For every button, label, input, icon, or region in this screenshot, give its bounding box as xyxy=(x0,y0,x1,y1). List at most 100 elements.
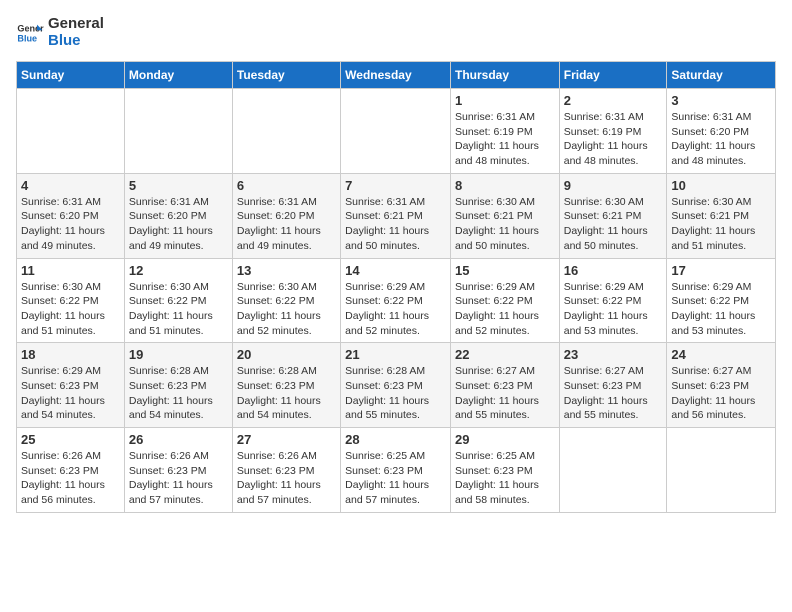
day-number: 24 xyxy=(671,347,771,362)
calendar-cell: 9 Sunrise: 6:30 AM Sunset: 6:21 PM Daylig… xyxy=(559,173,667,258)
calendar-week-row: 25Sunrise: 6:26 AM Sunset: 6:23 PM Dayli… xyxy=(17,428,776,513)
logo: General Blue General Blue xyxy=(16,16,104,49)
day-number: 11 xyxy=(21,263,120,278)
day-number: 6 xyxy=(237,178,336,193)
day-number: 13 xyxy=(237,263,336,278)
day-info: Sunrise: 6:31 AM Sunset: 6:21 PM Dayligh… xyxy=(345,195,446,254)
day-number: 27 xyxy=(237,432,336,447)
calendar-cell xyxy=(17,89,125,174)
calendar-cell: 24 Sunrise: 6:27 AM Sunset: 6:23 PM Dayli… xyxy=(667,343,776,428)
calendar-cell: 13Sunrise: 6:30 AM Sunset: 6:22 PM Dayli… xyxy=(232,258,340,343)
calendar-table: SundayMondayTuesdayWednesdayThursdayFrid… xyxy=(16,61,776,513)
calendar-cell: 26 Sunrise: 6:26 AM Sunset: 6:23 PM Dayli… xyxy=(124,428,232,513)
weekday-header: Saturday xyxy=(667,62,776,89)
day-number: 15 xyxy=(455,263,555,278)
calendar-cell: 6 Sunrise: 6:31 AM Sunset: 6:20 PM Daylig… xyxy=(232,173,340,258)
calendar-cell xyxy=(232,89,340,174)
day-number: 26 xyxy=(129,432,228,447)
day-info: Sunrise: 6:29 AM Sunset: 6:22 PM Dayligh… xyxy=(455,280,555,339)
day-info: Sunrise: 6:27 AM Sunset: 6:23 PM Dayligh… xyxy=(564,364,663,423)
day-number: 8 xyxy=(455,178,555,193)
day-number: 17 xyxy=(671,263,771,278)
day-info: Sunrise: 6:30 AM Sunset: 6:21 PM Dayligh… xyxy=(671,195,771,254)
day-info: Sunrise: 6:26 AM Sunset: 6:23 PM Dayligh… xyxy=(21,449,120,508)
calendar-cell: 5 Sunrise: 6:31 AM Sunset: 6:20 PM Daylig… xyxy=(124,173,232,258)
calendar-week-row: 4 Sunrise: 6:31 AM Sunset: 6:20 PM Daylig… xyxy=(17,173,776,258)
calendar-week-row: 18 Sunrise: 6:29 AM Sunset: 6:23 PM Dayli… xyxy=(17,343,776,428)
day-number: 16 xyxy=(564,263,663,278)
calendar-cell: 8 Sunrise: 6:30 AM Sunset: 6:21 PM Daylig… xyxy=(450,173,559,258)
day-number: 2 xyxy=(564,93,663,108)
day-info: Sunrise: 6:26 AM Sunset: 6:23 PM Dayligh… xyxy=(129,449,228,508)
day-info: Sunrise: 6:29 AM Sunset: 6:23 PM Dayligh… xyxy=(21,364,120,423)
day-number: 14 xyxy=(345,263,446,278)
day-info: Sunrise: 6:27 AM Sunset: 6:23 PM Dayligh… xyxy=(455,364,555,423)
day-info: Sunrise: 6:31 AM Sunset: 6:20 PM Dayligh… xyxy=(21,195,120,254)
calendar-cell: 19 Sunrise: 6:28 AM Sunset: 6:23 PM Dayli… xyxy=(124,343,232,428)
day-number: 20 xyxy=(237,347,336,362)
day-number: 19 xyxy=(129,347,228,362)
day-info: Sunrise: 6:30 AM Sunset: 6:21 PM Dayligh… xyxy=(564,195,663,254)
calendar-cell xyxy=(124,89,232,174)
day-info: Sunrise: 6:28 AM Sunset: 6:23 PM Dayligh… xyxy=(129,364,228,423)
day-info: Sunrise: 6:30 AM Sunset: 6:22 PM Dayligh… xyxy=(21,280,120,339)
day-info: Sunrise: 6:31 AM Sunset: 6:19 PM Dayligh… xyxy=(564,110,663,169)
calendar-cell: 25Sunrise: 6:26 AM Sunset: 6:23 PM Dayli… xyxy=(17,428,125,513)
calendar-cell: 2 Sunrise: 6:31 AM Sunset: 6:19 PM Daylig… xyxy=(559,89,667,174)
day-number: 1 xyxy=(455,93,555,108)
day-info: Sunrise: 6:29 AM Sunset: 6:22 PM Dayligh… xyxy=(671,280,771,339)
calendar-week-row: 1 Sunrise: 6:31 AM Sunset: 6:19 PM Daylig… xyxy=(17,89,776,174)
calendar-cell: 18 Sunrise: 6:29 AM Sunset: 6:23 PM Dayli… xyxy=(17,343,125,428)
calendar-cell xyxy=(667,428,776,513)
calendar-cell: 1 Sunrise: 6:31 AM Sunset: 6:19 PM Daylig… xyxy=(450,89,559,174)
calendar-cell: 3 Sunrise: 6:31 AM Sunset: 6:20 PM Daylig… xyxy=(667,89,776,174)
weekday-header: Wednesday xyxy=(341,62,451,89)
calendar-cell: 28 Sunrise: 6:25 AM Sunset: 6:23 PM Dayli… xyxy=(341,428,451,513)
day-number: 5 xyxy=(129,178,228,193)
logo-general: General xyxy=(48,16,104,33)
calendar-cell: 15 Sunrise: 6:29 AM Sunset: 6:22 PM Dayli… xyxy=(450,258,559,343)
day-info: Sunrise: 6:29 AM Sunset: 6:22 PM Dayligh… xyxy=(564,280,663,339)
calendar-body: 1 Sunrise: 6:31 AM Sunset: 6:19 PM Daylig… xyxy=(17,89,776,513)
calendar-cell: 22Sunrise: 6:27 AM Sunset: 6:23 PM Dayli… xyxy=(450,343,559,428)
day-number: 10 xyxy=(671,178,771,193)
day-number: 23 xyxy=(564,347,663,362)
calendar-cell xyxy=(341,89,451,174)
day-info: Sunrise: 6:25 AM Sunset: 6:23 PM Dayligh… xyxy=(455,449,555,508)
day-info: Sunrise: 6:29 AM Sunset: 6:22 PM Dayligh… xyxy=(345,280,446,339)
day-info: Sunrise: 6:31 AM Sunset: 6:20 PM Dayligh… xyxy=(671,110,771,169)
day-number: 4 xyxy=(21,178,120,193)
calendar-header-row: SundayMondayTuesdayWednesdayThursdayFrid… xyxy=(17,62,776,89)
day-info: Sunrise: 6:30 AM Sunset: 6:21 PM Dayligh… xyxy=(455,195,555,254)
day-info: Sunrise: 6:30 AM Sunset: 6:22 PM Dayligh… xyxy=(129,280,228,339)
calendar-cell: 29Sunrise: 6:25 AM Sunset: 6:23 PM Dayli… xyxy=(450,428,559,513)
day-info: Sunrise: 6:26 AM Sunset: 6:23 PM Dayligh… xyxy=(237,449,336,508)
calendar-cell: 20 Sunrise: 6:28 AM Sunset: 6:23 PM Dayli… xyxy=(232,343,340,428)
day-info: Sunrise: 6:27 AM Sunset: 6:23 PM Dayligh… xyxy=(671,364,771,423)
calendar-cell: 11 Sunrise: 6:30 AM Sunset: 6:22 PM Dayli… xyxy=(17,258,125,343)
day-number: 3 xyxy=(671,93,771,108)
calendar-cell: 4 Sunrise: 6:31 AM Sunset: 6:20 PM Daylig… xyxy=(17,173,125,258)
calendar-cell: 16 Sunrise: 6:29 AM Sunset: 6:22 PM Dayli… xyxy=(559,258,667,343)
day-info: Sunrise: 6:25 AM Sunset: 6:23 PM Dayligh… xyxy=(345,449,446,508)
calendar-cell xyxy=(559,428,667,513)
day-info: Sunrise: 6:28 AM Sunset: 6:23 PM Dayligh… xyxy=(345,364,446,423)
weekday-header: Monday xyxy=(124,62,232,89)
calendar-cell: 14 Sunrise: 6:29 AM Sunset: 6:22 PM Dayli… xyxy=(341,258,451,343)
calendar-cell: 21 Sunrise: 6:28 AM Sunset: 6:23 PM Dayli… xyxy=(341,343,451,428)
header: General Blue General Blue xyxy=(16,16,776,49)
calendar-week-row: 11 Sunrise: 6:30 AM Sunset: 6:22 PM Dayli… xyxy=(17,258,776,343)
day-info: Sunrise: 6:28 AM Sunset: 6:23 PM Dayligh… xyxy=(237,364,336,423)
day-info: Sunrise: 6:31 AM Sunset: 6:20 PM Dayligh… xyxy=(129,195,228,254)
day-number: 21 xyxy=(345,347,446,362)
svg-text:Blue: Blue xyxy=(17,33,37,43)
day-number: 18 xyxy=(21,347,120,362)
day-number: 9 xyxy=(564,178,663,193)
day-number: 28 xyxy=(345,432,446,447)
day-info: Sunrise: 6:31 AM Sunset: 6:19 PM Dayligh… xyxy=(455,110,555,169)
calendar-cell: 12Sunrise: 6:30 AM Sunset: 6:22 PM Dayli… xyxy=(124,258,232,343)
weekday-header: Friday xyxy=(559,62,667,89)
logo-icon: General Blue xyxy=(16,19,44,47)
weekday-header: Tuesday xyxy=(232,62,340,89)
day-info: Sunrise: 6:31 AM Sunset: 6:20 PM Dayligh… xyxy=(237,195,336,254)
